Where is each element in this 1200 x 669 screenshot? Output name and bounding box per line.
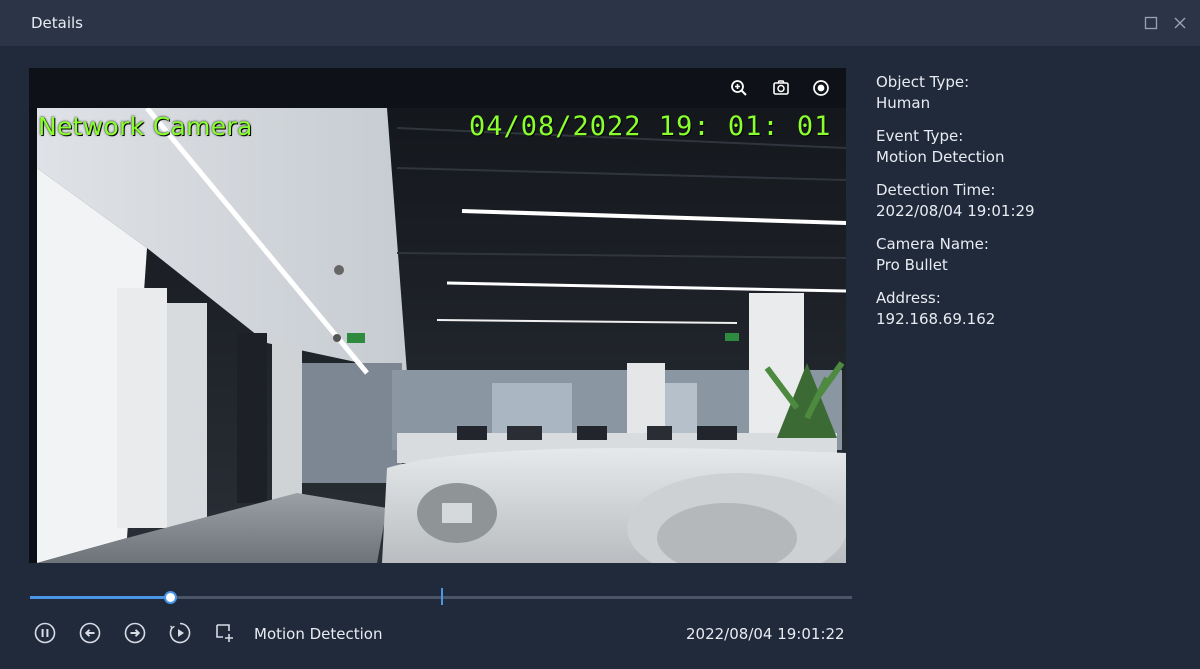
- playback-timeline[interactable]: [30, 588, 852, 605]
- record-button[interactable]: [810, 77, 832, 99]
- snapshot-icon: [773, 80, 789, 95]
- detail-value: Motion Detection: [876, 148, 1005, 166]
- detail-label: Camera Name:: [876, 235, 989, 253]
- zoom-in-icon: [731, 80, 747, 96]
- close-icon: [1174, 17, 1186, 29]
- event-type-label: Motion Detection: [254, 625, 383, 643]
- details-window: Details Network Camera 04/08/2022 19: 01…: [0, 0, 1200, 669]
- camera-name-overlay: Network Camera: [38, 112, 253, 141]
- previous-button[interactable]: [78, 621, 102, 645]
- close-button[interactable]: [1170, 13, 1190, 33]
- next-button[interactable]: [123, 621, 147, 645]
- detail-value: Pro Bullet: [876, 256, 948, 274]
- window-title: Details: [31, 14, 84, 32]
- zoom-in-button[interactable]: [728, 77, 750, 99]
- play-button[interactable]: [168, 621, 192, 645]
- clip-timestamp: 2022/08/04 19:01:22: [686, 625, 845, 643]
- detail-camera-name: Camera Name: Pro Bullet: [876, 234, 1176, 276]
- details-panel: Object Type: Human Event Type: Motion De…: [876, 72, 1176, 342]
- detail-event-type: Event Type: Motion Detection: [876, 126, 1176, 168]
- play-icon: [169, 622, 191, 644]
- next-icon: [124, 622, 146, 644]
- video-player[interactable]: Network Camera 04/08/2022 19: 01: 01: [29, 68, 846, 563]
- video-toolbar: [29, 68, 846, 108]
- detail-label: Detection Time:: [876, 181, 996, 199]
- maximize-icon: [1144, 16, 1158, 30]
- pause-icon: [34, 622, 56, 644]
- camera-frame: [37, 108, 846, 563]
- add-filter-icon: [216, 624, 233, 642]
- title-bar: Details: [0, 0, 1200, 46]
- add-filter-button[interactable]: [213, 621, 237, 645]
- detail-object-type: Object Type: Human: [876, 72, 1176, 114]
- timeline-handle[interactable]: [163, 591, 177, 604]
- pause-button[interactable]: [33, 621, 57, 645]
- detail-value: 2022/08/04 19:01:29: [876, 202, 1035, 220]
- detail-address: Address: 192.168.69.162: [876, 288, 1176, 330]
- detail-value: 192.168.69.162: [876, 310, 996, 328]
- detail-detection-time: Detection Time: 2022/08/04 19:01:29: [876, 180, 1176, 222]
- detail-value: Human: [876, 94, 931, 112]
- maximize-button[interactable]: [1141, 13, 1161, 33]
- record-icon: [813, 80, 829, 96]
- timestamp-overlay: 04/08/2022 19: 01: 01: [469, 111, 832, 142]
- event-marker[interactable]: [441, 588, 443, 605]
- timeline-progress: [30, 596, 170, 599]
- snapshot-button[interactable]: [770, 77, 792, 99]
- detail-label: Address:: [876, 289, 941, 307]
- detail-label: Event Type:: [876, 127, 964, 145]
- previous-icon: [79, 622, 101, 644]
- detail-label: Object Type:: [876, 73, 970, 91]
